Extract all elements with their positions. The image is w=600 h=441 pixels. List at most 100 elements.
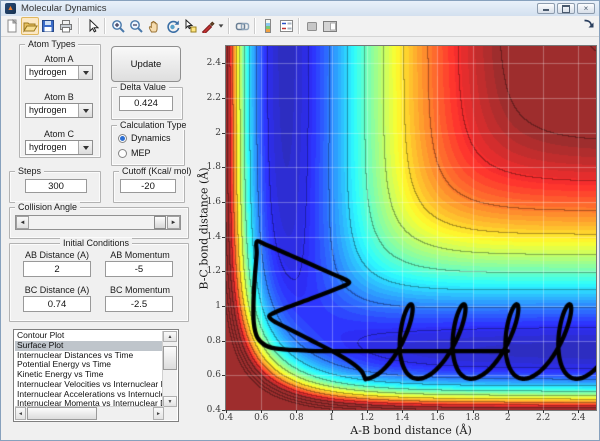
ab-momentum-label: AB Momentum <box>105 250 175 260</box>
hand-icon <box>147 19 161 33</box>
chevron-down-icon <box>83 146 89 150</box>
atom-b-dropdown[interactable]: hydrogen <box>25 103 93 118</box>
figure-toolbar <box>1 16 599 37</box>
minimize-button[interactable] <box>537 3 555 14</box>
delta-value-field[interactable]: 0.424 <box>119 96 173 111</box>
radio-selected-icon <box>118 134 127 143</box>
cutoff-field[interactable]: -20 <box>120 179 176 193</box>
x-tick-label: 1.8 <box>458 413 488 423</box>
y-tick-mark <box>222 375 225 376</box>
atom-b-dropdown-button[interactable] <box>78 104 92 117</box>
application-window: ▲ Molecular Dynamics × <box>0 0 600 441</box>
bc-distance-field[interactable]: 0.74 <box>23 296 91 312</box>
atom-types-group-label: Atom Types <box>25 39 78 49</box>
y-axis-label: B-C bond distance (Å) <box>198 144 211 314</box>
show-plot-tools-button[interactable] <box>321 17 339 35</box>
rotate-3d-button[interactable] <box>163 17 181 35</box>
scroll-down-button[interactable]: ▼ <box>163 396 177 407</box>
maximize-button[interactable] <box>557 3 575 14</box>
atom-c-value: hydrogen <box>29 142 67 152</box>
y-tick-mark <box>222 202 225 203</box>
ab-momentum-field[interactable]: -5 <box>105 261 173 277</box>
collision-angle-label: Collision Angle <box>15 202 80 212</box>
steps-field[interactable]: 300 <box>25 179 87 193</box>
zoom-in-button[interactable] <box>109 17 127 35</box>
brush-icon <box>201 19 215 33</box>
insert-legend-button[interactable] <box>277 17 295 35</box>
hide-plot-tools-icon <box>305 19 319 33</box>
atom-a-dropdown-button[interactable] <box>78 66 92 79</box>
maximize-icon <box>562 5 570 13</box>
x-tick-mark <box>367 410 368 413</box>
link-plot-button[interactable] <box>233 17 251 35</box>
y-tick-label: 2 <box>195 128 221 138</box>
new-file-button[interactable] <box>3 17 21 35</box>
x-tick-label: 1.6 <box>422 413 452 423</box>
y-tick-mark <box>222 410 225 411</box>
toolbar-separator <box>254 18 256 34</box>
close-button[interactable]: × <box>577 3 595 14</box>
listbox-vertical-scrollbar[interactable]: ▲ ▼ <box>162 331 177 420</box>
ab-distance-field[interactable]: 2 <box>23 261 91 277</box>
print-button[interactable] <box>57 17 75 35</box>
dock-figure-arrow-icon[interactable] <box>583 19 595 31</box>
atom-b-value: hydrogen <box>29 105 67 115</box>
cursor-arrow-icon <box>86 19 99 33</box>
y-tick-mark <box>222 237 225 238</box>
zoom-in-icon <box>111 19 126 34</box>
x-tick-mark <box>508 410 509 413</box>
slider-left-arrow[interactable]: ◄ <box>16 216 29 229</box>
scroll-up-button[interactable]: ▲ <box>163 331 177 342</box>
scroll-right-button[interactable]: ► <box>153 407 164 420</box>
potential-energy-surface-plot[interactable] <box>225 45 597 411</box>
save-button[interactable] <box>39 17 57 35</box>
collision-angle-slider[interactable]: ◄ ► <box>15 215 181 230</box>
matlab-app-icon: ▲ <box>5 3 16 14</box>
x-tick-mark <box>543 410 544 413</box>
radio-mep[interactable]: MEP <box>118 148 151 158</box>
bc-momentum-label: BC Momentum <box>105 285 175 295</box>
atom-a-dropdown[interactable]: hydrogen <box>25 65 93 80</box>
x-tick-mark <box>578 410 579 413</box>
edit-plot-button[interactable] <box>83 17 101 35</box>
hide-plot-tools-button[interactable] <box>303 17 321 35</box>
x-tick-label: 2.2 <box>528 413 558 423</box>
slider-thumb[interactable] <box>154 216 166 229</box>
title-bar[interactable]: ▲ Molecular Dynamics × <box>1 1 599 17</box>
atom-c-dropdown-button[interactable] <box>78 141 92 154</box>
insert-colorbar-button[interactable] <box>259 17 277 35</box>
scroll-left-button[interactable]: ◄ <box>15 407 26 420</box>
toolbar-separator <box>78 18 80 34</box>
x-tick-mark <box>473 410 474 413</box>
slider-right-arrow[interactable]: ► <box>167 216 180 229</box>
data-cursor-button[interactable] <box>181 17 199 35</box>
rotate-icon <box>165 19 180 34</box>
update-button[interactable]: Update <box>111 46 181 82</box>
window-title: Molecular Dynamics <box>21 3 107 14</box>
open-file-button[interactable] <box>21 17 39 35</box>
y-tick-mark <box>222 306 225 307</box>
zoom-out-icon <box>129 19 144 34</box>
plot-type-listbox[interactable]: Contour PlotSurface PlotInternuclear Dis… <box>13 329 179 422</box>
radio-dynamics-label: Dynamics <box>131 133 171 143</box>
vertical-scroll-thumb[interactable] <box>163 346 177 370</box>
brush-button[interactable] <box>199 17 217 35</box>
plot-type-list-items: Contour PlotSurface PlotInternuclear Dis… <box>15 331 164 409</box>
x-tick-label: 2 <box>493 413 523 423</box>
listbox-horizontal-scrollbar[interactable]: ◄ ► <box>15 406 164 420</box>
calculation-type-label: Calculation Type <box>117 120 189 130</box>
radio-mep-label: MEP <box>131 148 151 158</box>
y-tick-label: 0.4 <box>195 405 221 415</box>
zoom-out-button[interactable] <box>127 17 145 35</box>
printer-icon <box>59 19 73 33</box>
radio-unselected-icon <box>118 149 127 158</box>
atom-c-dropdown[interactable]: hydrogen <box>25 140 93 155</box>
pan-button[interactable] <box>145 17 163 35</box>
bc-momentum-field[interactable]: -2.5 <box>105 296 173 312</box>
horizontal-scroll-thumb[interactable] <box>27 407 97 420</box>
radio-dynamics[interactable]: Dynamics <box>118 133 171 143</box>
brush-dropdown-button[interactable] <box>217 17 225 35</box>
data-cursor-icon <box>183 19 197 33</box>
save-floppy-icon <box>41 19 55 33</box>
bc-distance-label: BC Distance (A) <box>22 285 92 295</box>
